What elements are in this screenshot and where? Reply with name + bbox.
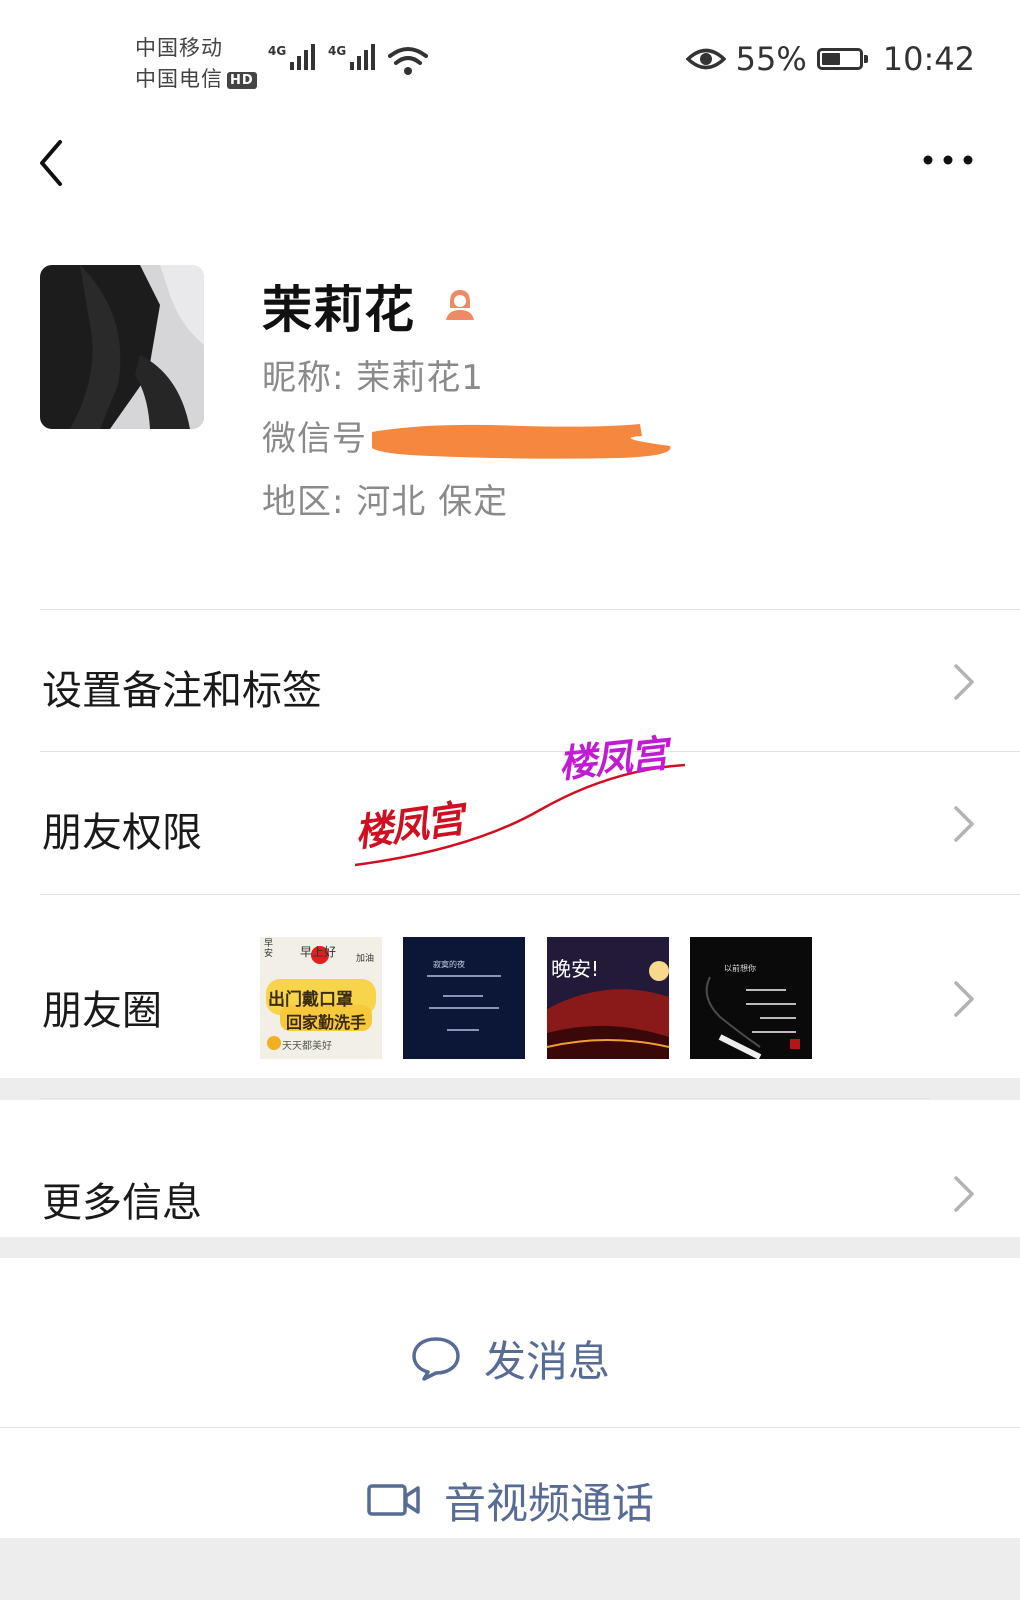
signal-icon: 4G <box>328 44 376 70</box>
video-call-button[interactable]: 音视频通话 <box>0 1470 1020 1530</box>
nickname-text: 昵称: 茉莉花1 <box>262 358 484 398</box>
send-message-button[interactable]: 发消息 <box>0 1328 1020 1388</box>
chevron-right-icon <box>954 1176 974 1212</box>
chat-bubble-icon <box>412 1337 460 1381</box>
moments-label: 朋友圈 <box>42 988 162 1034</box>
gender-female-icon <box>446 290 474 320</box>
wechat-id-text: 微信号 <box>262 419 367 459</box>
hd-badge: HD <box>227 72 257 89</box>
back-icon[interactable] <box>36 138 76 188</box>
moments-thumbnail[interactable]: 早上好 早安 加油 出门戴口罩 回家勤洗手 天天都美好 <box>260 937 382 1059</box>
moments-thumbnail[interactable]: 以前想你 <box>690 937 812 1059</box>
watermark-text: 楼凤宫 <box>556 731 669 787</box>
more-options-icon[interactable] <box>922 148 974 172</box>
profile-name: 茉莉花 <box>262 281 415 339</box>
divider <box>40 894 1020 895</box>
send-message-label: 发消息 <box>483 1336 610 1386</box>
chevron-right-icon <box>954 981 974 1017</box>
battery-icon <box>816 48 868 70</box>
video-call-label: 音视频通话 <box>443 1478 654 1528</box>
moments-thumbnail[interactable]: 寂寞的夜 <box>403 937 525 1059</box>
video-camera-icon <box>367 1484 420 1516</box>
divider <box>0 1427 1020 1428</box>
region-text: 地区: 河北 保定 <box>262 482 509 522</box>
eye-icon <box>685 48 726 70</box>
redaction-scribble <box>372 424 671 459</box>
carrier-1: 中国移动 <box>135 36 223 60</box>
moments-thumbnail[interactable]: 晚安! <box>547 937 669 1059</box>
battery-percent: 55% <box>735 40 807 78</box>
chevron-right-icon <box>954 806 974 842</box>
divider <box>40 1098 930 1099</box>
remark-tags-label: 设置备注和标签 <box>42 668 322 714</box>
more-info-label: 更多信息 <box>42 1180 202 1226</box>
carrier-2: 中国电信 <box>135 67 223 91</box>
profile-panel <box>0 0 1020 1078</box>
divider <box>40 609 1020 610</box>
chevron-right-icon <box>954 664 974 700</box>
avatar[interactable] <box>40 265 204 429</box>
friend-permissions-label: 朋友权限 <box>42 810 202 856</box>
signal-icon: 4G <box>268 44 316 70</box>
avatar-image <box>40 265 204 429</box>
clock: 10:42 <box>882 40 975 78</box>
wifi-icon <box>388 47 428 75</box>
